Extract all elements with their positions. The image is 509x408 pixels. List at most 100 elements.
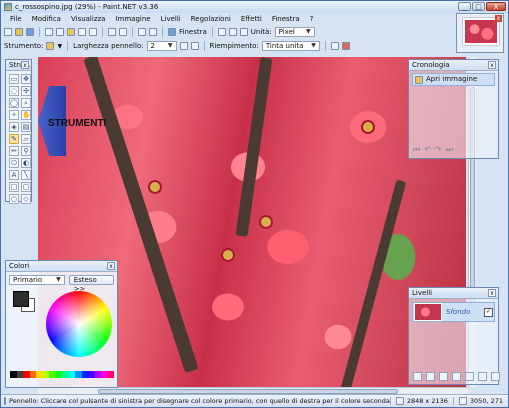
rewind-icon[interactable]: ⏮ — [413, 145, 420, 155]
increase-icon[interactable] — [190, 42, 199, 50]
unita-label: Unità: — [250, 28, 272, 36]
paintbrush-tool-icon[interactable]: ✎ — [9, 134, 19, 144]
close-icon[interactable]: x — [495, 15, 502, 22]
recolor-tool-icon[interactable]: ◐ — [21, 158, 31, 168]
menu-livelli[interactable]: Livelli — [156, 13, 186, 25]
blend-mode-icon[interactable] — [341, 42, 350, 50]
image-thumbnail[interactable]: x — [456, 13, 504, 53]
decrease-icon[interactable] — [179, 42, 188, 50]
image-size-icon — [395, 397, 404, 405]
brush-width-select[interactable]: 2 ▼ — [146, 41, 177, 51]
toolbar-divider — [102, 27, 103, 37]
brush-tool-icon[interactable] — [46, 42, 55, 50]
fill-select[interactable]: Tinta unita ▼ — [261, 41, 320, 51]
save-icon[interactable] — [26, 28, 34, 36]
color-picker-tool-icon[interactable]: ⚲ — [21, 146, 31, 156]
layer-properties-icon[interactable] — [491, 372, 500, 381]
menu-finestra[interactable]: Finestra — [267, 13, 305, 25]
close-icon[interactable]: x — [21, 61, 29, 69]
close-icon[interactable]: x — [107, 262, 115, 270]
color-wheel[interactable] — [46, 291, 112, 357]
move-up-icon[interactable] — [465, 372, 474, 381]
history-item[interactable]: Apri immagine — [412, 73, 495, 86]
zoom-tool-icon[interactable]: ⌕ — [21, 98, 31, 108]
status-bar: Pennello: Cliccare col pulsante di sinis… — [1, 394, 508, 407]
move-selection-tool-icon[interactable]: ✣ — [21, 86, 31, 96]
delete-layer-icon[interactable] — [426, 372, 435, 381]
menu-visualizza[interactable]: Visualizza — [66, 13, 110, 25]
paint-bucket-tool-icon[interactable]: ◈ — [9, 122, 19, 132]
freeform-shape-tool-icon[interactable]: ◇ — [21, 194, 31, 204]
open-folder-icon[interactable] — [15, 28, 23, 36]
unita-select[interactable]: Pixel ▼ — [274, 27, 315, 37]
color-palette[interactable] — [10, 371, 114, 378]
ellipse-select-tool-icon[interactable]: ◯ — [9, 98, 19, 108]
palette-swatch[interactable] — [107, 371, 114, 378]
crop-icon[interactable] — [78, 28, 86, 36]
line-tool-icon[interactable]: ╲ — [21, 170, 31, 180]
menu-immagine[interactable]: Immagine — [110, 13, 155, 25]
lasso-tool-icon[interactable]: ◌ — [9, 86, 19, 96]
pan-tool-icon[interactable]: ✋ — [21, 110, 31, 120]
larghezza-label: Larghezza pennello: — [73, 42, 144, 50]
rounded-rectangle-tool-icon[interactable]: ▢ — [21, 182, 31, 192]
ellipse-tool-icon[interactable]: ○ — [9, 194, 19, 204]
paste-icon[interactable] — [67, 28, 75, 36]
history-panel-header: Cronologia x — [409, 60, 498, 71]
menu-regolazioni[interactable]: Regolazioni — [186, 13, 236, 25]
antialias-icon[interactable] — [330, 42, 339, 50]
eraser-tool-icon[interactable]: ▱ — [21, 134, 31, 144]
layer-controls — [413, 372, 500, 381]
expand-colors-button[interactable]: Esteso >> — [68, 275, 114, 293]
copy-icon[interactable] — [56, 28, 64, 36]
ruler-icon[interactable] — [149, 28, 157, 36]
color-mode-select[interactable]: Primario ▼ — [9, 275, 65, 285]
unita-value: Pixel — [278, 28, 295, 36]
close-icon[interactable]: x — [488, 61, 496, 69]
primary-color-swatch[interactable] — [13, 291, 29, 307]
menu-modifica[interactable]: Modifica — [27, 13, 66, 25]
duplicate-layer-icon[interactable] — [439, 372, 448, 381]
zoom-dropdown-icon[interactable] — [228, 28, 237, 36]
new-file-icon[interactable] — [4, 28, 12, 36]
close-icon[interactable]: x — [488, 289, 496, 297]
cut-icon[interactable] — [45, 28, 53, 36]
magic-wand-tool-icon[interactable]: ✧ — [9, 110, 19, 120]
rectangle-tool-icon[interactable]: □ — [9, 182, 19, 192]
chevron-down-icon[interactable]: ▼ — [57, 43, 62, 50]
menu-help[interactable]: ? — [305, 13, 319, 25]
gradient-tool-icon[interactable]: ▤ — [21, 122, 31, 132]
undo-icon[interactable] — [108, 28, 116, 36]
text-tool-icon[interactable]: A — [9, 170, 19, 180]
deselect-icon[interactable] — [89, 28, 97, 36]
info-icon — [4, 397, 6, 405]
redo-icon[interactable] — [119, 28, 127, 36]
pencil-tool-icon[interactable]: ✏ — [9, 146, 19, 156]
merge-layer-icon[interactable] — [452, 372, 461, 381]
flower-center — [150, 182, 160, 192]
move-tool-icon[interactable]: ✥ — [21, 74, 31, 84]
layer-item[interactable]: Sfondo ✓ — [412, 302, 495, 322]
minimize-button[interactable]: _ — [458, 2, 471, 11]
fast-forward-icon[interactable]: ⏭ — [446, 145, 453, 155]
finestra-dropdown[interactable]: Finestra — [179, 27, 207, 37]
maximize-button[interactable]: □ — [472, 2, 485, 11]
rectangle-select-tool-icon[interactable]: ▭ — [9, 74, 19, 84]
undo-icon[interactable]: ↶ — [424, 145, 431, 155]
clone-stamp-tool-icon[interactable]: ⎔ — [9, 158, 19, 168]
zoom-icon[interactable] — [217, 28, 226, 36]
grid-toggle-icon[interactable] — [239, 28, 248, 36]
move-down-icon[interactable] — [478, 372, 487, 381]
layer-visibility-checkbox[interactable]: ✓ — [484, 307, 493, 317]
grid-icon[interactable] — [138, 28, 146, 36]
riempimento-label: Riempimento: — [209, 42, 259, 50]
menu-file[interactable]: File — [5, 13, 27, 25]
close-button[interactable]: X — [486, 2, 506, 11]
title-bar: c_rossospino.jpg (29%) - Paint.NET v3.36… — [1, 1, 508, 13]
redo-icon[interactable]: ↷ — [435, 145, 442, 155]
menu-effetti[interactable]: Effetti — [236, 13, 267, 25]
window-icon[interactable] — [168, 28, 176, 36]
image-size: 2848 x 2136 — [389, 397, 453, 405]
status-message: Pennello: Cliccare col pulsante di sinis… — [1, 397, 390, 405]
add-layer-icon[interactable] — [413, 372, 422, 381]
